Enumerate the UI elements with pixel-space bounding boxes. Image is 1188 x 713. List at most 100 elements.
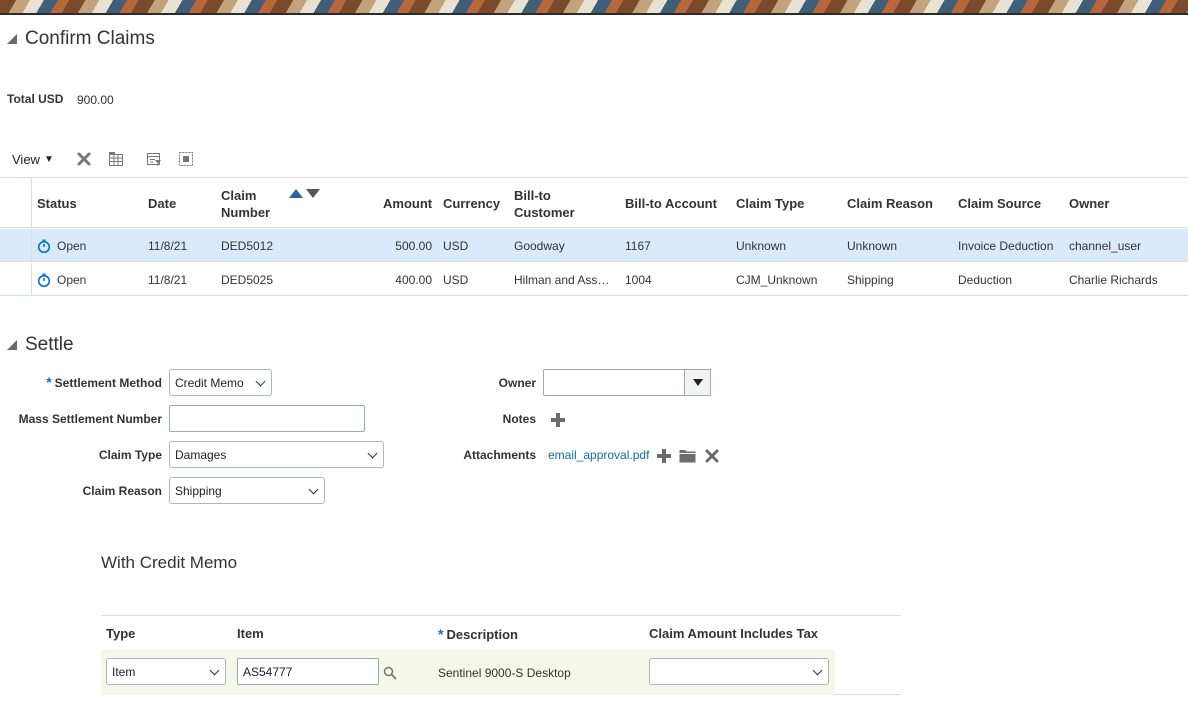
collapse-triangle-icon[interactable] <box>7 340 17 350</box>
bill-to-account-cell: 1167 <box>625 239 651 253</box>
col-item[interactable]: Item <box>237 626 264 641</box>
type-value: Item <box>112 664 136 679</box>
add-attachment-plus-icon[interactable] <box>657 449 671 463</box>
amount-cell: 400.00 <box>395 273 432 287</box>
credit-memo-table: Type Item * Description Claim Amount Incl… <box>101 615 901 695</box>
claim-source-cell: Invoice Deduction <box>958 239 1054 253</box>
table-row[interactable]: Open 11/8/21 DED5012 500.00 USD Goodway … <box>0 229 1188 262</box>
bill-to-customer-cell: Goodway <box>514 239 565 253</box>
date-cell: 11/8/21 <box>148 239 188 253</box>
col-claim-number[interactable]: Claim Number <box>221 187 281 221</box>
status-cell: Open <box>37 273 86 287</box>
col-claim-source[interactable]: Claim Source <box>958 195 1041 212</box>
col-status[interactable]: Status <box>37 195 77 212</box>
mass-settlement-number-input[interactable] <box>169 405 365 432</box>
delete-icon[interactable] <box>76 151 92 167</box>
claim-reason-label: Claim Reason <box>82 484 162 498</box>
total-usd-label: Total USD <box>7 92 64 106</box>
currency-cell: USD <box>443 273 469 287</box>
chevron-down-icon <box>209 665 220 676</box>
claims-table: Status Date Claim Number Amount Currency… <box>0 177 1188 296</box>
status-text: Open <box>57 239 87 253</box>
collapse-triangle-icon[interactable] <box>7 34 17 44</box>
owner-dropdown-button[interactable] <box>684 369 711 396</box>
sort-arrows <box>289 189 320 198</box>
table-row[interactable]: Open 11/8/21 DED5025 400.00 USD Hilman a… <box>0 263 1188 296</box>
settle-header[interactable]: Settle <box>7 334 74 356</box>
stopwatch-icon <box>37 239 51 253</box>
with-credit-memo-title: With Credit Memo <box>101 553 238 572</box>
status-text: Open <box>57 273 87 287</box>
row-selector[interactable] <box>0 263 32 295</box>
col-description[interactable]: * Description <box>438 626 518 642</box>
header-banner <box>0 0 1188 15</box>
detach-icon[interactable] <box>178 151 194 167</box>
status-cell: Open <box>37 239 86 253</box>
currency-cell: USD <box>443 239 469 253</box>
claim-type-label: Claim Type <box>98 448 162 462</box>
claim-type-cell: Unknown <box>736 239 787 253</box>
add-note-plus-icon[interactable] <box>551 413 565 427</box>
date-cell: 11/8/21 <box>148 273 188 287</box>
delete-attachment-icon[interactable] <box>705 449 719 463</box>
confirm-claims-header[interactable]: Confirm Claims <box>7 28 155 50</box>
notes-label: Notes <box>502 412 536 426</box>
triangle-down-icon <box>692 379 703 386</box>
settlement-method-value: Credit Memo <box>175 375 244 390</box>
col-claim-reason[interactable]: Claim Reason <box>847 195 933 212</box>
col-type[interactable]: Type <box>106 626 135 641</box>
col-claim-amount-includes-tax[interactable]: Claim Amount Includes Tax <box>649 626 818 641</box>
settlement-method-label: * Settlement Method <box>46 374 162 390</box>
col-claim-type[interactable]: Claim Type <box>736 195 804 212</box>
owner-input[interactable] <box>543 369 685 396</box>
col-owner[interactable]: Owner <box>1069 195 1109 212</box>
col-amount[interactable]: Amount <box>383 195 432 212</box>
description-value: Sentinel 9000-S Desktop <box>438 666 571 680</box>
claim-number-cell: DED5025 <box>221 273 274 287</box>
total-usd-value: 900.00 <box>77 93 114 107</box>
owner-cell: Charlie Richards <box>1069 273 1158 287</box>
stopwatch-icon <box>37 273 51 287</box>
freeze-icon[interactable] <box>108 151 124 167</box>
col-currency[interactable]: Currency <box>443 195 500 212</box>
confirm-claims-title: Confirm Claims <box>25 28 155 49</box>
table-row: Item AS54777 Sentinel 9000-S Desktop <box>101 650 835 695</box>
claims-table-header: Status Date Claim Number Amount Currency… <box>0 178 1188 228</box>
attachment-link[interactable]: email_approval.pdf <box>548 448 649 462</box>
claim-reason-value: Shipping <box>175 483 222 498</box>
owner-label: Owner <box>498 376 536 390</box>
claim-reason-cell: Shipping <box>847 273 894 287</box>
required-marker: * <box>438 626 444 642</box>
row-selector[interactable] <box>0 229 32 261</box>
claim-type-cell: CJM_Unknown <box>736 273 818 287</box>
chevron-down-icon <box>367 448 378 459</box>
settlement-method-select[interactable]: Credit Memo <box>169 369 272 396</box>
view-menu-label: View <box>12 151 40 167</box>
item-input[interactable]: AS54777 <box>237 658 379 685</box>
caret-down-icon: ▼ <box>43 153 54 165</box>
claim-amount-includes-tax-select[interactable] <box>649 658 829 685</box>
attachments-label: Attachments <box>463 448 536 462</box>
owner-cell: channel_user <box>1069 239 1142 253</box>
claim-source-cell: Deduction <box>958 273 1013 287</box>
chevron-down-icon <box>812 665 823 676</box>
claim-reason-select[interactable]: Shipping <box>169 477 325 504</box>
col-bill-to-account[interactable]: Bill-to Account <box>625 195 717 212</box>
bill-to-account-cell: 1004 <box>625 273 652 287</box>
col-bill-to-customer[interactable]: Bill-to Customer <box>514 187 584 221</box>
search-icon[interactable] <box>383 666 397 680</box>
sort-ascending-icon[interactable] <box>289 189 303 198</box>
claim-type-select[interactable]: Damages <box>169 441 384 468</box>
claim-reason-cell: Unknown <box>847 239 898 253</box>
filter-icon[interactable] <box>146 151 162 167</box>
sort-descending-icon[interactable] <box>306 189 320 198</box>
required-marker: * <box>46 374 52 390</box>
table-toolbar: View ▼ <box>12 151 194 167</box>
chevron-down-icon <box>255 376 266 387</box>
bill-to-customer-cell: Hilman and Ass… <box>514 273 610 287</box>
folder-icon[interactable] <box>679 448 696 463</box>
col-date[interactable]: Date <box>148 195 176 212</box>
view-menu[interactable]: View ▼ <box>12 152 54 167</box>
chevron-down-icon <box>308 484 319 495</box>
type-select[interactable]: Item <box>106 658 226 685</box>
